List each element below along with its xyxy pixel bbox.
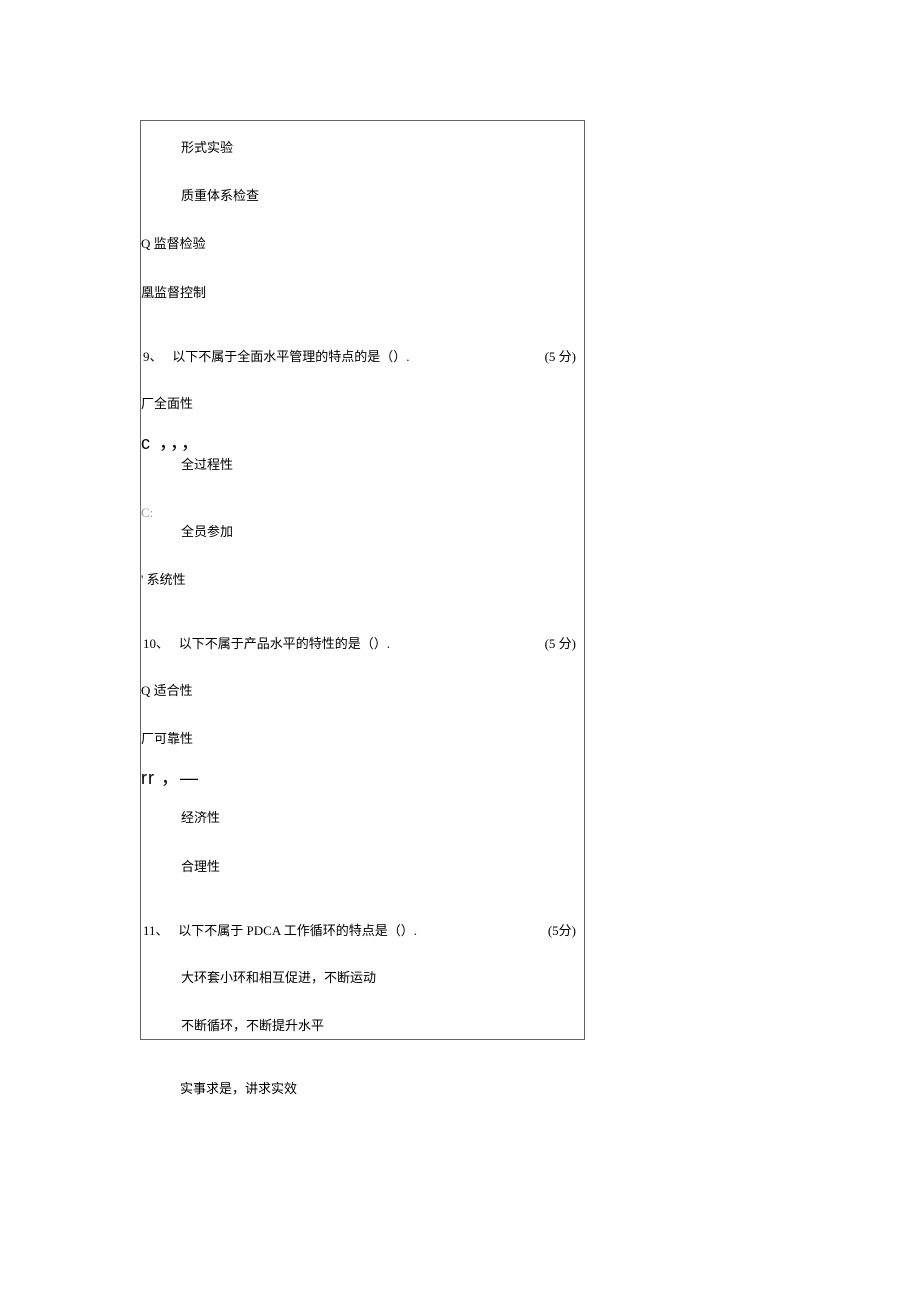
q10-text: 以下不属于产品水平的特性的是（）. xyxy=(179,636,390,651)
q9-option-d: ' 系统性 xyxy=(141,571,584,589)
q8-option-d: 凰监督控制 xyxy=(141,284,584,302)
main-box: 形式实验 质重体系检查 Q 监督检验 凰监督控制 9、 以下不属于全面水平管理的… xyxy=(140,120,585,1040)
q11-text: 以下不属于 PDCA 工作循环的特点是（）. xyxy=(178,923,417,938)
q11-option-b: 不断循环，不断提升水平 xyxy=(141,1017,584,1035)
q11-number: 11、 xyxy=(143,923,169,938)
q8-option-a: 形式实验 xyxy=(141,139,584,157)
q8-option-c: Q 监督检验 xyxy=(141,235,584,253)
q11-option-c: 实事求是，讲求实效 xyxy=(140,1080,585,1098)
page: 形式实验 质重体系检查 Q 监督检验 凰监督控制 9、 以下不属于全面水平管理的… xyxy=(0,0,920,1178)
q9-marker-2: C: xyxy=(141,504,584,522)
q11-option-a: 大环套小环和相互促进，不断运动 xyxy=(141,969,584,987)
q9-text: 以下不属于全面水平管理的特点的是（）. xyxy=(172,349,409,364)
q9-number: 9、 xyxy=(143,349,163,364)
q10-option-c: 经济性 xyxy=(141,809,584,827)
question-10: 10、 以下不属于产品水平的特性的是（）. (5 分) xyxy=(141,633,584,652)
q8-option-b: 质重体系检查 xyxy=(141,187,584,205)
q9-marker-1: c ，，， xyxy=(141,431,584,456)
question-9: 9、 以下不属于全面水平管理的特点的是（）. (5 分) xyxy=(141,346,584,365)
q10-number: 10、 xyxy=(143,636,169,651)
q9-option-c: 全员参加 xyxy=(141,523,584,541)
q11-score: (5分) xyxy=(548,920,582,939)
q9-option-a: 厂全面性 xyxy=(141,395,584,413)
q9-score: (5 分) xyxy=(545,346,582,365)
q10-score: (5 分) xyxy=(545,633,582,652)
question-11: 11、 以下不属于 PDCA 工作循环的特点是（）. (5分) xyxy=(141,920,584,939)
below-box: 实事求是，讲求实效 xyxy=(140,1040,585,1098)
q10-option-d: 合理性 xyxy=(141,858,584,876)
q10-marker: rr ，— xyxy=(141,766,584,791)
q9-option-b: 全过程性 xyxy=(141,456,584,474)
q10-option-b: 厂可靠性 xyxy=(141,730,584,748)
q10-option-a: Q 适合性 xyxy=(141,682,584,700)
